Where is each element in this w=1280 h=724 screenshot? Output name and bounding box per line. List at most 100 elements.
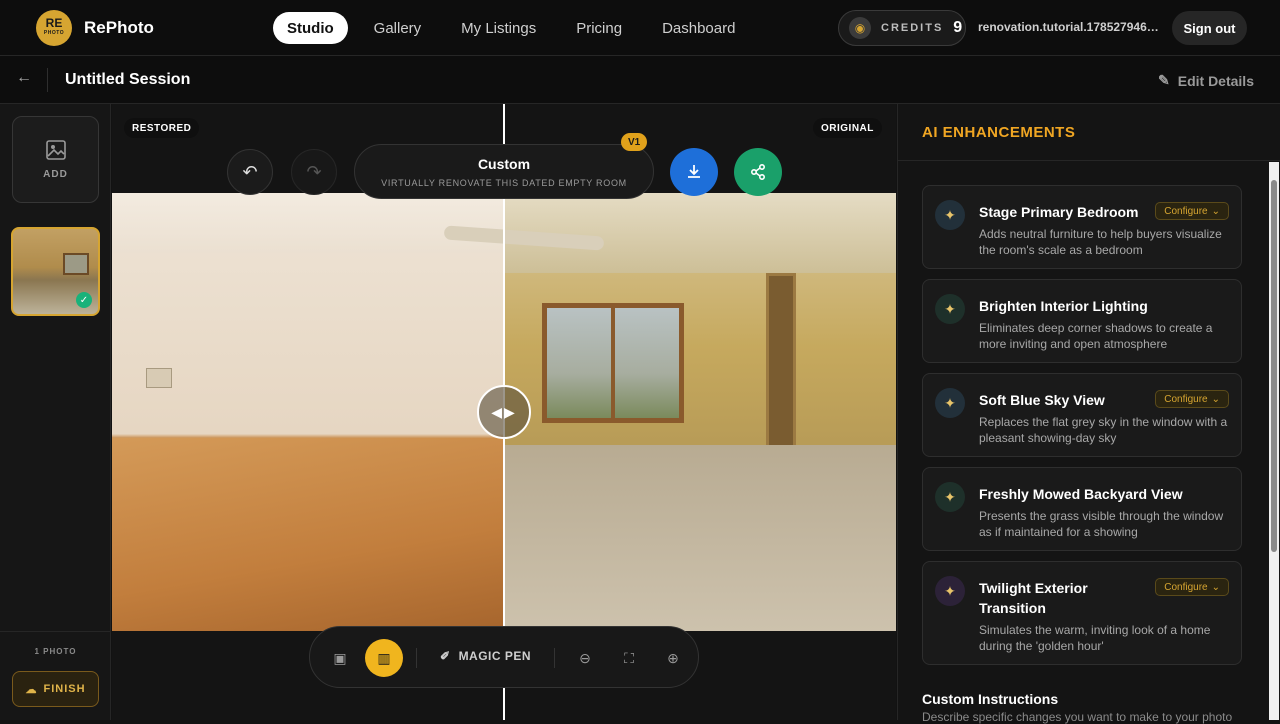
card-title: Soft Blue Sky View bbox=[979, 392, 1105, 408]
room-window bbox=[542, 303, 684, 423]
divider bbox=[0, 631, 111, 632]
logo[interactable]: RE PHOTO bbox=[36, 10, 72, 46]
sparkle-icon: ✦ bbox=[935, 482, 965, 512]
magic-pen-label: MAGIC PEN bbox=[458, 649, 532, 663]
photo-sidebar: ADD ✓ 1 PHOTO ☁ FINISH bbox=[0, 104, 111, 720]
nav-pricing[interactable]: Pricing bbox=[562, 12, 636, 44]
card-description: Eliminates deep corner shadows to create… bbox=[979, 321, 1213, 351]
credits-badge[interactable]: ◉ CREDITS 9 bbox=[838, 10, 966, 46]
configure-button[interactable]: Configure ⌄ bbox=[1155, 390, 1229, 408]
configure-label: Configure bbox=[1164, 393, 1208, 405]
image-icon bbox=[45, 140, 66, 160]
configure-label: Configure bbox=[1164, 205, 1208, 217]
chevron-down-icon: ⌄ bbox=[1211, 581, 1220, 593]
sparkle-icon: ✦ bbox=[935, 388, 965, 418]
card-description: Presents the grass visible through the w… bbox=[979, 509, 1224, 539]
logo-subtext: PHOTO bbox=[43, 30, 65, 36]
sparkle-icon: ✦ bbox=[935, 576, 965, 606]
brand-name[interactable]: RePhoto bbox=[84, 18, 154, 38]
configure-label: Configure bbox=[1164, 581, 1208, 593]
add-photo-button[interactable]: ADD bbox=[12, 116, 99, 203]
redo-button[interactable]: ↷ bbox=[291, 149, 337, 195]
single-view-button[interactable]: ▣ bbox=[321, 639, 359, 677]
divider bbox=[898, 160, 1280, 161]
divider bbox=[554, 648, 555, 668]
magic-pen-button[interactable]: ✐ MAGIC PEN bbox=[440, 649, 531, 663]
credits-label: CREDITS bbox=[881, 22, 944, 34]
enhancement-card[interactable]: ✦ Brighten Interior Lighting Eliminates … bbox=[922, 279, 1242, 363]
split-view-button[interactable]: ▥ bbox=[365, 639, 403, 677]
finish-label: FINISH bbox=[43, 683, 86, 695]
share-icon bbox=[750, 163, 766, 181]
thumbnail-window bbox=[63, 253, 89, 275]
sparkle-icon: ✦ bbox=[935, 294, 965, 324]
zoom-in-button[interactable]: ⊕ bbox=[654, 639, 692, 677]
prompt-subtitle: VIRTUALLY RENOVATE THIS DATED EMPTY ROOM bbox=[381, 178, 627, 188]
card-title: Stage Primary Bedroom bbox=[979, 204, 1139, 220]
photo-thumbnail[interactable]: ✓ bbox=[11, 227, 100, 316]
nav-gallery[interactable]: Gallery bbox=[360, 12, 436, 44]
chevron-down-icon: ⌄ bbox=[1211, 205, 1220, 217]
redo-icon: ↷ bbox=[306, 161, 322, 182]
prompt-title: Custom bbox=[477, 156, 531, 172]
zoom-out-button[interactable]: ⊖ bbox=[566, 639, 604, 677]
nav-dashboard[interactable]: Dashboard bbox=[648, 12, 749, 44]
finish-button[interactable]: ☁ FINISH bbox=[12, 671, 99, 707]
nav-my-listings[interactable]: My Listings bbox=[447, 12, 550, 44]
card-description: Simulates the warm, inviting look of a h… bbox=[979, 623, 1211, 653]
back-arrow-icon[interactable]: ← bbox=[16, 69, 32, 87]
card-title: Twilight Exterior Transition bbox=[979, 580, 1088, 616]
top-navbar: RE PHOTO RePhoto Studio Gallery My Listi… bbox=[0, 0, 1280, 56]
original-image bbox=[443, 193, 896, 631]
version-badge[interactable]: V1 bbox=[621, 133, 648, 151]
undo-button[interactable]: ↶ bbox=[227, 149, 273, 195]
main-nav: Studio Gallery My Listings Pricing Dashb… bbox=[273, 12, 757, 44]
session-bar: ← Untitled Session ✎ Edit Details bbox=[0, 56, 1280, 104]
enhancement-card[interactable]: ✦ Freshly Mowed Backyard View Presents t… bbox=[922, 467, 1242, 551]
session-title: Untitled Session bbox=[65, 71, 191, 88]
panel-title: AI ENHANCEMENTS bbox=[922, 124, 1076, 141]
compare-slider-handle[interactable]: ◀▶ bbox=[477, 385, 531, 439]
configure-button[interactable]: Configure ⌄ bbox=[1155, 578, 1229, 596]
enhancements-panel: AI ENHANCEMENTS ✦ Stage Primary Bedroom … bbox=[897, 104, 1280, 724]
credits-count: 9 bbox=[953, 19, 963, 36]
light-switch bbox=[146, 368, 172, 388]
magic-pen-icon: ✐ bbox=[440, 649, 451, 663]
check-icon: ✓ bbox=[76, 292, 92, 308]
enhancement-card[interactable]: ✦ Stage Primary Bedroom Configure ⌄ Adds … bbox=[922, 185, 1242, 269]
image-icon: ▣ bbox=[333, 649, 347, 666]
configure-button[interactable]: Configure ⌄ bbox=[1155, 202, 1229, 220]
user-email[interactable]: renovation.tutorial.1785279469... bbox=[978, 20, 1160, 34]
add-label: ADD bbox=[43, 169, 68, 180]
prompt-pill[interactable]: Custom VIRTUALLY RENOVATE THIS DATED EMP… bbox=[354, 144, 654, 199]
enhancement-card[interactable]: ✦ Twilight Exterior Transition Configure… bbox=[922, 561, 1242, 665]
original-badge: ORIGINAL bbox=[813, 118, 882, 138]
room-carpet bbox=[504, 445, 896, 631]
restored-image bbox=[112, 193, 504, 631]
card-title: Brighten Interior Lighting bbox=[979, 298, 1148, 314]
enhancement-card[interactable]: ✦ Soft Blue Sky View Configure ⌄ Replaces… bbox=[922, 373, 1242, 457]
custom-instructions-title: Custom Instructions bbox=[922, 691, 1059, 707]
split-view-icon: ▥ bbox=[377, 649, 391, 666]
card-description: Replaces the flat grey sky in the window… bbox=[979, 415, 1228, 445]
restored-badge: RESTORED bbox=[124, 118, 200, 138]
view-toolbar: ▣ ▥ ✐ MAGIC PEN ⊖ ⛶ ⊕ bbox=[309, 626, 699, 688]
card-description: Adds neutral furniture to help buyers vi… bbox=[979, 227, 1222, 257]
edit-details-button[interactable]: ✎ Edit Details bbox=[1158, 72, 1254, 89]
edit-details-label: Edit Details bbox=[1177, 72, 1254, 89]
divider bbox=[47, 68, 48, 92]
scrollbar-thumb[interactable] bbox=[1271, 180, 1277, 552]
logo-text: RE bbox=[45, 16, 63, 30]
restored-floor bbox=[112, 438, 504, 631]
photo-count: 1 PHOTO bbox=[34, 647, 77, 656]
download-button[interactable] bbox=[670, 148, 718, 196]
fit-screen-icon: ⛶ bbox=[624, 649, 634, 666]
undo-icon: ↶ bbox=[242, 161, 258, 182]
share-button[interactable] bbox=[734, 148, 782, 196]
custom-instructions-description: Describe specific changes you want to ma… bbox=[922, 710, 1233, 724]
comparison-stage: ◀▶ RESTORED ORIGINAL ↶ ↷ Custom VIRTUALL… bbox=[112, 104, 896, 720]
sign-out-button[interactable]: Sign out bbox=[1172, 11, 1247, 45]
fit-screen-button[interactable]: ⛶ bbox=[610, 639, 648, 677]
nav-studio[interactable]: Studio bbox=[273, 12, 348, 44]
zoom-out-icon: ⊖ bbox=[579, 649, 591, 666]
